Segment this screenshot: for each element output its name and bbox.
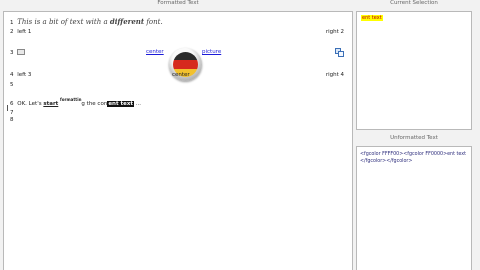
unformatted-text-panel[interactable]: <fgcolor FFFF00><fgcolor FF0000>ent text…	[356, 146, 472, 270]
line-number: 2	[10, 29, 14, 35]
content-text: g the con	[81, 101, 108, 107]
right-2-text: right 2	[325, 29, 344, 35]
handwritten-text: This is a bit of text with a different f…	[17, 17, 163, 26]
line-5[interactable]: 5	[10, 82, 16, 88]
center-caption: center	[172, 72, 190, 78]
formatting-superscript: formattin	[60, 97, 82, 102]
ok-text: OK. Let's	[17, 101, 42, 107]
line-6[interactable]: 6 OK. Let's start formatting the conent …	[10, 97, 142, 107]
unformatted-text: <fgcolor FFFF00><fgcolor FF0000>ent text…	[360, 152, 466, 164]
unformatted-text-title: Unformatted Text	[390, 135, 438, 141]
image-icon[interactable]	[17, 49, 26, 55]
line-4[interactable]: 4 left 3	[10, 72, 31, 78]
formatted-text-title: Formatted Text	[157, 0, 199, 6]
line-1[interactable]: 1 This is a bit of text with a different…	[10, 17, 163, 26]
copy-icon[interactable]	[335, 48, 344, 57]
selection-text: ent text	[361, 15, 383, 21]
ellipsis-text: ...	[135, 101, 142, 107]
center-link[interactable]: center	[146, 49, 164, 55]
line-number: 5	[10, 82, 14, 88]
left-1-text: left 1	[17, 29, 32, 35]
line-number: 4	[10, 72, 14, 78]
picture-link[interactable]: picture	[202, 49, 221, 55]
selected-highlight-text[interactable]: ent text	[107, 101, 135, 107]
line-number: 7	[10, 110, 14, 116]
formatted-text-panel[interactable]: 1 This is a bit of text with a different…	[3, 11, 353, 270]
line-2[interactable]: 2 left 1	[10, 29, 31, 35]
current-selection-panel[interactable]: ent text	[356, 11, 472, 130]
right-4-text: right 4	[325, 72, 344, 78]
line-number: 1	[10, 20, 14, 26]
line-number: 6	[10, 101, 14, 107]
left-3-text: left 3	[17, 72, 32, 78]
line-number: 3	[10, 49, 14, 56]
line-3[interactable]: 3	[10, 49, 26, 56]
start-bold-text: start	[43, 101, 59, 107]
current-selection-title: Current Selection	[390, 0, 438, 6]
line-8[interactable]: 8	[10, 117, 16, 123]
line-number: 8	[10, 117, 14, 123]
line-7[interactable]: 7	[10, 110, 16, 116]
